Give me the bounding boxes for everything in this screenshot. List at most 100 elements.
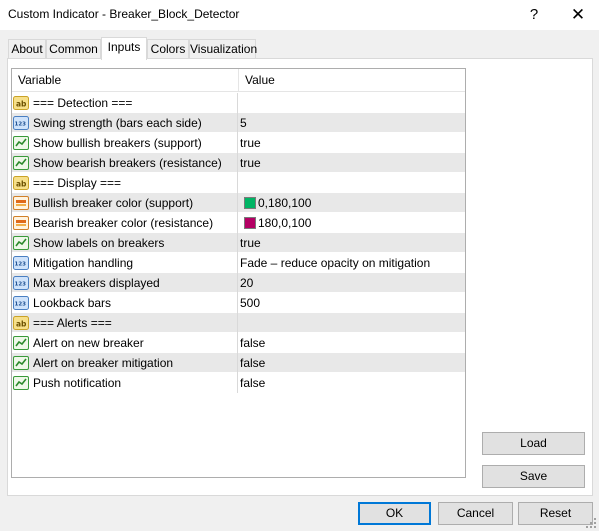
color-palette-icon — [13, 215, 29, 231]
close-button[interactable]: ✕ — [563, 2, 593, 28]
value-text: 500 — [240, 296, 261, 310]
123-int-icon: 123 — [13, 295, 29, 311]
variable-cell[interactable]: ab === Detection === — [12, 93, 238, 113]
grid-row[interactable]: Show bullish breakers (support) true — [12, 133, 465, 153]
help-button[interactable]: ? — [519, 2, 549, 28]
svg-text:123: 123 — [15, 122, 27, 128]
variable-cell[interactable]: Show bearish breakers (resistance) — [12, 153, 238, 173]
grid-row[interactable]: 123 Max breakers displayed 20 — [12, 273, 465, 293]
variable-cell[interactable]: Push notification — [12, 373, 238, 393]
123-int-icon: 123 — [13, 255, 29, 271]
value-cell[interactable]: false — [240, 333, 464, 353]
ab-string-icon: ab — [13, 175, 29, 191]
grid-row[interactable]: Bearish breaker color (resistance) 180,0,… — [12, 213, 465, 233]
svg-text:ab: ab — [16, 180, 27, 189]
svg-text:123: 123 — [15, 302, 27, 308]
tab-inputs[interactable]: Inputs — [101, 37, 147, 60]
value-column-header[interactable]: Value — [239, 69, 275, 92]
variable-name: Max breakers displayed — [33, 276, 160, 290]
value-text: 0,180,100 — [258, 196, 312, 210]
variable-name: Bullish breaker color (support) — [33, 196, 194, 210]
resize-grip-icon[interactable] — [585, 517, 597, 529]
grid-row[interactable]: ab === Detection === — [12, 93, 465, 113]
variable-name: Show labels on breakers — [33, 236, 165, 250]
grid-row[interactable]: Bullish breaker color (support) 0,180,100 — [12, 193, 465, 213]
value-text: Fade – reduce opacity on mitigation — [240, 256, 431, 270]
variable-column-header[interactable]: Variable — [12, 69, 61, 92]
tab-about[interactable]: About — [8, 39, 46, 59]
grid-row[interactable]: 123 Mitigation handling Fade – reduce opac… — [12, 253, 465, 273]
variable-cell[interactable]: 123 Swing strength (bars each side) — [12, 113, 238, 133]
variable-name: Show bearish breakers (resistance) — [33, 156, 222, 170]
value-cell[interactable]: 500 — [240, 293, 464, 313]
variable-cell[interactable]: ab === Alerts === — [12, 313, 238, 333]
bool-toggle-icon — [13, 135, 29, 151]
value-cell[interactable] — [240, 313, 464, 333]
variable-cell[interactable]: 123 Max breakers displayed — [12, 273, 238, 293]
bool-toggle-icon — [13, 155, 29, 171]
grid-row[interactable]: 123 Lookback bars 500 — [12, 293, 465, 313]
load-button[interactable]: Load — [482, 432, 585, 455]
value-cell[interactable]: Fade – reduce opacity on mitigation — [240, 253, 464, 273]
grid-row[interactable]: Push notification false — [12, 373, 465, 393]
value-cell[interactable]: true — [240, 153, 464, 173]
grid-header: Variable Value — [12, 69, 465, 92]
grid-row[interactable]: 123 Swing strength (bars each side) 5 — [12, 113, 465, 133]
bool-toggle-icon — [13, 375, 29, 391]
grid-row[interactable]: Show bearish breakers (resistance) true — [12, 153, 465, 173]
value-cell[interactable]: false — [240, 373, 464, 393]
grid-row[interactable]: ab === Alerts === — [12, 313, 465, 333]
grid-row[interactable]: ab === Display === — [12, 173, 465, 193]
123-int-icon: 123 — [13, 115, 29, 131]
tab-visualization[interactable]: Visualization — [189, 39, 257, 59]
value-cell[interactable]: 180,0,100 — [240, 213, 464, 233]
variable-name: === Alerts === — [33, 316, 112, 330]
svg-text:123: 123 — [15, 262, 27, 268]
variable-cell[interactable]: Alert on new breaker — [12, 333, 238, 353]
title-bar: Custom Indicator - Breaker_Block_Detecto… — [0, 0, 599, 30]
value-text: 20 — [240, 276, 254, 290]
variable-cell[interactable]: Show labels on breakers — [12, 233, 238, 253]
123-int-icon: 123 — [13, 275, 29, 291]
value-cell[interactable]: 0,180,100 — [240, 193, 464, 213]
variable-name: === Detection === — [33, 96, 133, 110]
variable-cell[interactable]: ab === Display === — [12, 173, 238, 193]
color-palette-icon — [13, 195, 29, 211]
ok-button[interactable]: OK — [358, 502, 431, 525]
variable-name: === Display === — [33, 176, 122, 190]
value-cell[interactable]: 5 — [240, 113, 464, 133]
value-cell[interactable]: false — [240, 353, 464, 373]
variable-cell[interactable]: Show bullish breakers (support) — [12, 133, 238, 153]
variable-name: Bearish breaker color (resistance) — [33, 216, 214, 230]
variable-name: Lookback bars — [33, 296, 112, 310]
value-text: true — [240, 136, 261, 150]
value-cell[interactable]: 20 — [240, 273, 464, 293]
inputs-grid: Variable Value ab === Detection === 123 Swi… — [11, 68, 466, 478]
value-cell[interactable]: true — [240, 133, 464, 153]
grid-row[interactable]: Show labels on breakers true — [12, 233, 465, 253]
variable-cell[interactable]: 123 Mitigation handling — [12, 253, 238, 273]
value-cell[interactable]: true — [240, 233, 464, 253]
tab-colors[interactable]: Colors — [147, 39, 189, 59]
variable-name: Mitigation handling — [33, 256, 134, 270]
tab-common[interactable]: Common — [46, 39, 101, 59]
value-text: true — [240, 236, 261, 250]
value-cell[interactable] — [240, 93, 464, 113]
variable-cell[interactable]: Bearish breaker color (resistance) — [12, 213, 238, 233]
grid-row[interactable]: Alert on breaker mitigation false — [12, 353, 465, 373]
color-swatch[interactable] — [244, 197, 256, 209]
variable-cell[interactable]: Bullish breaker color (support) — [12, 193, 238, 213]
variable-name: Push notification — [33, 376, 122, 390]
grid-row[interactable]: Alert on new breaker false — [12, 333, 465, 353]
window-title: Custom Indicator - Breaker_Block_Detecto… — [8, 7, 240, 21]
cancel-button[interactable]: Cancel — [438, 502, 513, 525]
value-text: false — [240, 356, 266, 370]
variable-cell[interactable]: 123 Lookback bars — [12, 293, 238, 313]
variable-cell[interactable]: Alert on breaker mitigation — [12, 353, 238, 373]
save-button[interactable]: Save — [482, 465, 585, 488]
value-text: 5 — [240, 116, 247, 130]
value-cell[interactable] — [240, 173, 464, 193]
bool-toggle-icon — [13, 355, 29, 371]
reset-button[interactable]: Reset — [518, 502, 593, 525]
color-swatch[interactable] — [244, 217, 256, 229]
